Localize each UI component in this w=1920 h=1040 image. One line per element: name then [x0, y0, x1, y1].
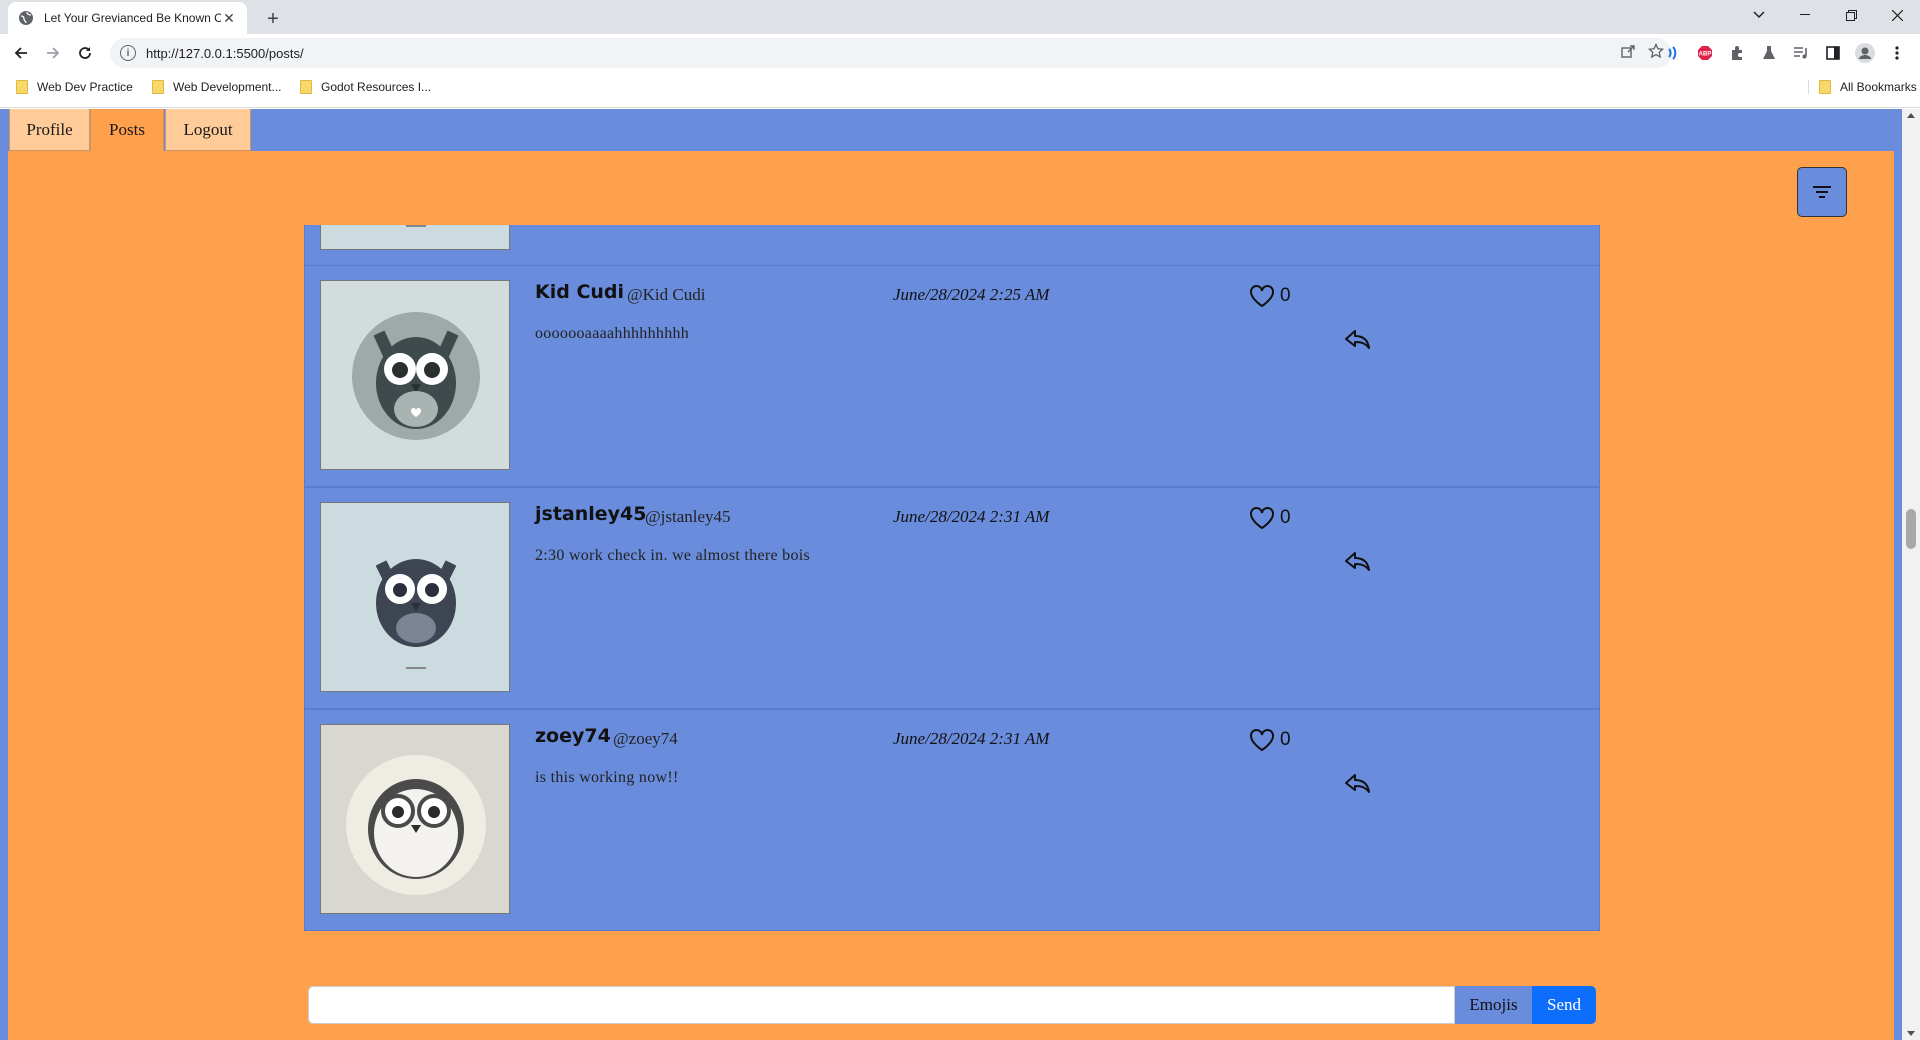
post-author-name[interactable]: Kid Cudi [535, 281, 624, 303]
scroll-down-icon[interactable] [1907, 1031, 1915, 1036]
post-date: June/28/2024 2:31 AM [893, 729, 1050, 748]
audio-extension-icon[interactable] [1658, 38, 1688, 68]
nav-tab-profile[interactable]: Profile [9, 109, 90, 151]
profile-avatar-icon[interactable] [1850, 38, 1880, 68]
adblock-icon[interactable]: ABP [1690, 38, 1720, 68]
page: Profile Posts Logout hi Kid Cudi @Kid Cu… [0, 109, 1902, 1040]
page-left-border [0, 109, 8, 1040]
post-author-handle: @jstanley45 [645, 507, 731, 526]
post-card: jstanley45 @jstanley45 June/28/2024 2:31… [304, 487, 1600, 709]
restore-icon[interactable] [1828, 0, 1874, 30]
tab-search-icon[interactable] [1736, 0, 1782, 30]
browser-tab[interactable]: Let Your Grevianced Be Known C ✕ [8, 2, 247, 34]
post-card: zoey74 @zoey74 June/28/2024 2:31 AM is t… [304, 709, 1600, 931]
send-button[interactable]: Send [1532, 986, 1596, 1024]
post-author-handle: @zoey74 [613, 729, 678, 748]
like-count: 0 [1280, 507, 1291, 528]
reply-icon[interactable] [1343, 328, 1373, 352]
owl-avatar-icon [320, 724, 510, 914]
site-info-icon[interactable]: i [120, 45, 136, 61]
post-author-name[interactable]: zoey74 [535, 725, 611, 747]
post-text: 2:30 work check in. we almost there bois [535, 547, 811, 564]
nav-tab-posts[interactable]: Posts [90, 109, 164, 151]
post-text: is this working now!! [535, 769, 679, 786]
folder-icon [16, 80, 28, 94]
reload-icon[interactable] [70, 38, 100, 68]
folder-icon [152, 80, 164, 94]
top-nav: Profile Posts Logout [0, 109, 1902, 151]
filter-button[interactable] [1797, 167, 1847, 217]
page-right-border [1894, 109, 1902, 1040]
heart-icon [1250, 285, 1274, 308]
page-scrollbar[interactable] [1902, 109, 1920, 1040]
address-bar[interactable]: i http://127.0.0.1:5500/posts/ [110, 38, 1672, 68]
like-button[interactable]: 0 [1249, 506, 1291, 530]
like-count: 0 [1280, 729, 1291, 750]
globe-icon [18, 10, 34, 26]
bookmark-godot-resources[interactable]: Godot Resources I... [300, 80, 431, 94]
close-window-icon[interactable] [1874, 0, 1920, 30]
reply-icon[interactable] [1343, 550, 1373, 574]
post-text: ooooooaaaahhhhhhhhh [535, 325, 690, 342]
extensions-icon[interactable] [1722, 38, 1752, 68]
like-count: 0 [1280, 285, 1291, 306]
minimize-icon[interactable] [1782, 0, 1828, 30]
post-input[interactable] [308, 986, 1455, 1024]
heart-icon [1250, 729, 1274, 752]
scrollbar-thumb[interactable] [1906, 509, 1916, 549]
new-tab-button[interactable]: + [259, 5, 287, 33]
emojis-button[interactable]: Emojis [1455, 986, 1532, 1024]
menu-kebab-icon[interactable] [1882, 38, 1912, 68]
reply-icon[interactable] [1343, 772, 1373, 796]
url-text: http://127.0.0.1:5500/posts/ [146, 45, 304, 61]
post-date: June/28/2024 2:25 AM [893, 285, 1050, 304]
owl-avatar-icon [320, 502, 510, 692]
media-queue-icon[interactable] [1786, 38, 1816, 68]
owl-avatar-icon [320, 225, 510, 250]
post-author-name[interactable]: jstanley45 [535, 503, 646, 525]
bookmark-web-dev-practice[interactable]: Web Dev Practice [16, 80, 133, 94]
forward-icon[interactable] [38, 38, 68, 68]
side-panel-icon[interactable] [1818, 38, 1848, 68]
posts-feed[interactable]: hi Kid Cudi @Kid Cudi June/28/2024 2:25 … [304, 225, 1600, 967]
folder-icon [1819, 80, 1831, 94]
bookmark-web-development[interactable]: Web Development... [152, 80, 282, 94]
like-button[interactable]: 0 [1249, 728, 1291, 752]
all-bookmarks[interactable]: All Bookmarks [1808, 80, 1917, 94]
folder-icon [300, 80, 312, 94]
scroll-up-icon[interactable] [1907, 113, 1915, 118]
heart-icon [1250, 507, 1274, 530]
svg-text:ABP: ABP [1699, 52, 1712, 58]
lab-flask-icon[interactable] [1754, 38, 1784, 68]
post-card: Kid Cudi @Kid Cudi June/28/2024 2:25 AM … [304, 265, 1600, 487]
filter-icon [1813, 186, 1831, 188]
post-card: hi [304, 225, 1600, 267]
browser-toolbar: i http://127.0.0.1:5500/posts/ ABP [0, 34, 1920, 72]
share-icon[interactable] [1620, 43, 1636, 64]
owl-avatar-icon [320, 280, 510, 470]
post-date: June/28/2024 2:31 AM [893, 507, 1050, 526]
browser-tabstrip: Let Your Grevianced Be Known C ✕ + [0, 0, 1920, 34]
close-tab-icon[interactable]: ✕ [221, 10, 237, 26]
back-icon[interactable] [6, 38, 36, 68]
post-composer: Emojis Send [308, 986, 1596, 1024]
like-button[interactable]: 0 [1249, 284, 1291, 308]
nav-tab-logout[interactable]: Logout [165, 109, 251, 151]
bookmarks-bar: Web Dev Practice Web Development... Godo… [0, 72, 1920, 108]
tab-title: Let Your Grevianced Be Known C [44, 11, 221, 25]
post-author-handle: @Kid Cudi [627, 285, 706, 304]
